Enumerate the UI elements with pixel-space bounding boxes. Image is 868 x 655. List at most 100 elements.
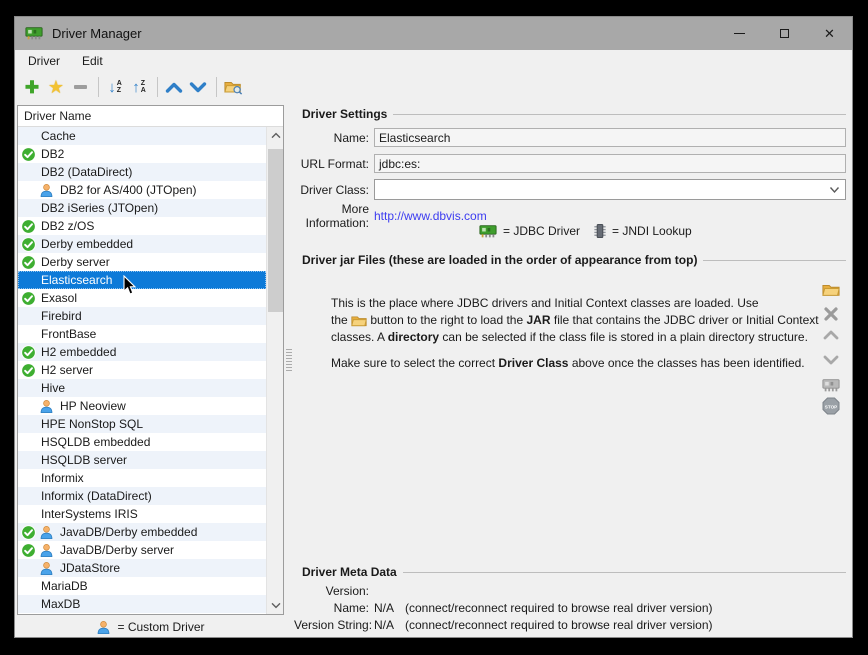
move-jar-down-button[interactable]	[821, 350, 841, 370]
menu-driver[interactable]: Driver	[19, 52, 69, 70]
find-driver-class-button[interactable]	[821, 375, 841, 395]
driver-name: Elasticsearch	[41, 273, 112, 287]
list-item[interactable]: Hive	[18, 379, 266, 397]
list-item[interactable]: Derby server	[18, 253, 266, 271]
url-format-label: URL Format:	[294, 157, 369, 171]
driver-name: Cache	[41, 129, 76, 143]
list-item[interactable]: HSQLDB server	[18, 451, 266, 469]
list-item[interactable]: MaxDB	[18, 595, 266, 613]
driver-name: Informix	[41, 471, 84, 485]
driver-name: H2 embedded	[41, 345, 116, 359]
list-item[interactable]: HSQLDB embedded	[18, 433, 266, 451]
minimize-button[interactable]	[717, 17, 762, 50]
driver-name: JDataStore	[60, 561, 120, 575]
custom-driver-icon	[39, 542, 58, 558]
list-item[interactable]: DB2 (DataDirect)	[18, 163, 266, 181]
toolbar-separator	[157, 77, 158, 97]
maximize-button[interactable]	[762, 17, 807, 50]
list-item[interactable]: Exasol	[18, 289, 266, 307]
version-string-note: (connect/reconnect required to browse re…	[405, 618, 712, 632]
stop-icon: STOP	[822, 397, 840, 415]
list-item[interactable]: Elasticsearch	[18, 271, 266, 289]
list-item[interactable]: DB2 z/OS	[18, 217, 266, 235]
check-icon	[21, 218, 39, 234]
folder-search-icon	[224, 79, 243, 95]
chevron-down-icon	[823, 354, 839, 366]
driver-name: JavaDB/Derby server	[60, 543, 174, 557]
scroll-down-button[interactable]	[267, 597, 284, 614]
list-item[interactable]: MariaDB	[18, 577, 266, 595]
window-title: Driver Manager	[52, 26, 142, 41]
list-item[interactable]: H2 server	[18, 361, 266, 379]
driver-list-header[interactable]: Driver Name	[18, 106, 283, 127]
list-item[interactable]: DB2	[18, 145, 266, 163]
list-item[interactable]: JDataStore	[18, 559, 266, 577]
check-icon	[21, 524, 39, 540]
jdbc-legend-label: = JDBC Driver	[503, 224, 580, 238]
close-button[interactable]: ✕	[807, 17, 852, 50]
driver-name: FrontBase	[41, 327, 96, 341]
driver-name: MaxDB	[41, 597, 80, 611]
custom-driver-icon	[96, 620, 111, 635]
check-slot	[21, 182, 39, 198]
list-item[interactable]: DB2 iSeries (JTOpen)	[18, 199, 266, 217]
list-item[interactable]: DB2 for AS/400 (JTOpen)	[18, 181, 266, 199]
default-driver-button[interactable]: ★	[45, 76, 67, 98]
sort-descending-button[interactable]: ↑ ZA	[128, 76, 150, 98]
check-icon	[21, 362, 39, 378]
check-slot	[21, 416, 39, 432]
minus-icon	[74, 85, 87, 89]
list-item[interactable]: Cache	[18, 127, 266, 145]
move-jar-up-button[interactable]	[821, 325, 841, 345]
list-item[interactable]: H2 embedded	[18, 343, 266, 361]
jndi-lookup-icon	[594, 223, 606, 239]
driver-name: Hive	[41, 381, 65, 395]
list-item[interactable]: JavaDB/Derby embedded	[18, 523, 266, 541]
more-information-link[interactable]: http://www.dbvis.com	[374, 209, 487, 223]
star-icon: ★	[48, 78, 64, 96]
stop-loading-button[interactable]: STOP	[821, 396, 841, 416]
move-down-button[interactable]	[187, 76, 209, 98]
minimize-icon	[734, 33, 745, 34]
custom-driver-icon	[39, 560, 58, 576]
remove-driver-button[interactable]	[69, 76, 91, 98]
driver-manager-window: Driver Manager ✕ Driver Edit ✚ ★ ↓ AZ ↑ …	[14, 16, 853, 638]
list-item[interactable]: Informix (DataDirect)	[18, 487, 266, 505]
list-item[interactable]: HPE NonStop SQL	[18, 415, 266, 433]
menu-edit[interactable]: Edit	[73, 52, 112, 70]
check-icon	[21, 542, 39, 558]
sort-ascending-button[interactable]: ↓ AZ	[104, 76, 126, 98]
driver-name: Firebird	[41, 309, 82, 323]
chevron-up-icon	[165, 81, 183, 94]
driver-name: HP Neoview	[60, 399, 126, 413]
list-item[interactable]: Firebird	[18, 307, 266, 325]
list-item[interactable]: JavaDB/Derby server	[18, 541, 266, 559]
list-item[interactable]: InterSystems IRIS	[18, 505, 266, 523]
driver-finder-button[interactable]	[222, 76, 244, 98]
url-format-field[interactable]: jdbc:es:	[374, 154, 846, 173]
meta-name-label: Name:	[294, 601, 369, 615]
meta-name-value: N/A	[374, 601, 394, 615]
driver-jar-files-title: Driver jar Files (these are loaded in th…	[302, 253, 697, 267]
remove-jar-button[interactable]	[821, 304, 841, 324]
scrollbar-thumb[interactable]	[268, 149, 283, 312]
menubar: Driver Edit	[15, 50, 852, 72]
chevron-up-icon	[823, 329, 839, 341]
list-item[interactable]: HP Neoview	[18, 397, 266, 415]
titlebar[interactable]: Driver Manager ✕	[15, 17, 852, 50]
name-label: Name:	[294, 131, 369, 145]
list-scrollbar[interactable]	[266, 127, 283, 614]
scroll-up-button[interactable]	[267, 127, 284, 144]
meta-name-note: (connect/reconnect required to browse re…	[405, 601, 712, 615]
check-slot	[21, 506, 39, 522]
jar-files-toolbar: STOP	[821, 279, 841, 417]
list-item[interactable]: Informix	[18, 469, 266, 487]
open-jar-folder-button[interactable]	[821, 279, 841, 299]
driver-class-combobox[interactable]	[374, 179, 846, 200]
list-item[interactable]: FrontBase	[18, 325, 266, 343]
move-up-button[interactable]	[163, 76, 185, 98]
splitter-grip[interactable]	[286, 349, 292, 373]
name-field[interactable]: Elasticsearch	[374, 128, 846, 147]
list-item[interactable]: Derby embedded	[18, 235, 266, 253]
add-driver-button[interactable]: ✚	[21, 76, 43, 98]
